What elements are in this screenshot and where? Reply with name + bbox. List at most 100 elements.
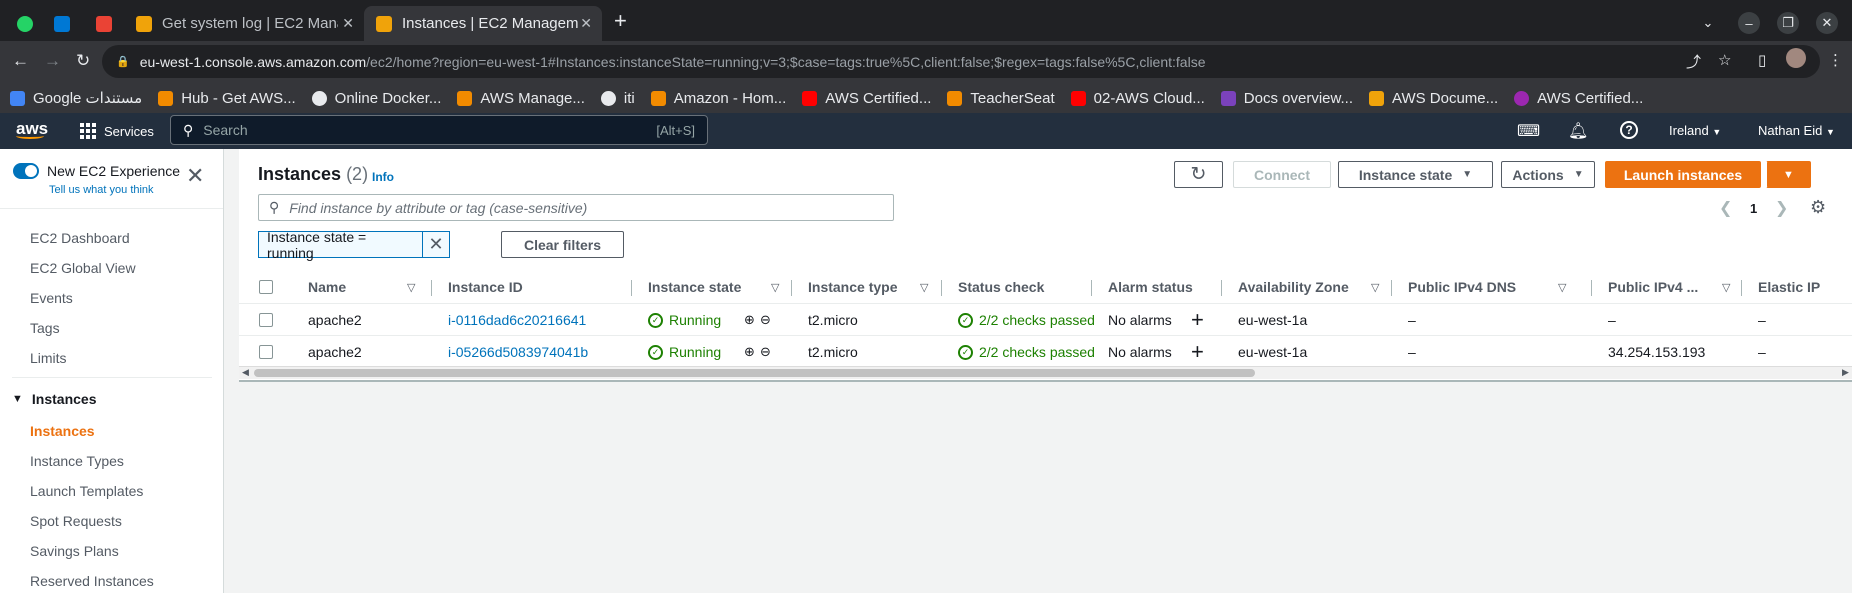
page-number[interactable]: 1 <box>1750 201 1757 216</box>
launch-dropdown-button[interactable]: ▼ <box>1766 161 1811 188</box>
restore-button[interactable]: ❐ <box>1777 12 1799 34</box>
bookmark-item[interactable]: Docs overview... <box>1220 90 1353 107</box>
close-icon[interactable]: ✕ <box>580 15 592 32</box>
new-tab-button[interactable]: + <box>614 10 627 32</box>
clear-filters-button[interactable]: Clear filters <box>501 231 624 258</box>
forward-icon[interactable]: → <box>44 51 61 71</box>
bookmark-item[interactable]: AWS Docume... <box>1369 90 1498 107</box>
notifications-bell-icon[interactable]: 🔔︎ <box>1568 121 1588 141</box>
bookmark-item[interactable]: 02-AWS Cloud... <box>1070 90 1205 107</box>
launch-instances-button[interactable]: Launch instances <box>1605 161 1761 188</box>
table-row[interactable]: apache2 i-05266d5083974041b ✓ Running ⊕ ⊖… <box>239 336 1852 368</box>
bookmark-item[interactable]: TeacherSeat <box>947 90 1055 107</box>
sidebar-item-tags[interactable]: Tags <box>30 320 60 336</box>
column-divider[interactable] <box>791 280 792 296</box>
column-divider[interactable] <box>631 280 632 296</box>
instance-state-button[interactable]: Instance state ▼ <box>1338 161 1493 188</box>
sort-icon[interactable]: ▽ <box>1558 281 1566 294</box>
toggle-switch[interactable] <box>13 163 39 179</box>
column-divider[interactable] <box>1741 280 1742 296</box>
services-menu[interactable]: Services <box>80 123 154 139</box>
sort-icon[interactable]: ▽ <box>407 281 415 294</box>
next-page-icon[interactable]: ❯ <box>1775 198 1788 218</box>
zoom-in-icon[interactable]: ⊕ <box>744 344 755 360</box>
cloudshell-icon[interactable]: ⌨ <box>1517 121 1540 141</box>
zoom-out-icon[interactable]: ⊖ <box>760 312 771 328</box>
remove-filter-icon[interactable]: ✕ <box>423 234 449 255</box>
add-alarm-icon[interactable]: + <box>1191 307 1204 333</box>
bookmark-item[interactable]: iti <box>600 90 635 107</box>
sidebar-item-reserved-instances[interactable]: Reserved Instances <box>30 573 154 589</box>
share-icon[interactable]: ⤴ <box>1686 51 1701 72</box>
sidebar-item-ec2-dashboard[interactable]: EC2 Dashboard <box>30 230 130 246</box>
sidebar-item-instance-types[interactable]: Instance Types <box>30 453 124 469</box>
sidebar-item-global-view[interactable]: EC2 Global View <box>30 260 136 276</box>
add-alarm-icon[interactable]: + <box>1191 339 1204 365</box>
column-divider[interactable] <box>431 280 432 296</box>
column-header-name[interactable]: Name ▽ <box>308 279 415 295</box>
column-header-instance-type[interactable]: Instance type ▽ <box>808 279 928 295</box>
sidepanel-icon[interactable]: ▯ <box>1758 51 1766 69</box>
row-checkbox[interactable] <box>259 313 273 327</box>
close-icon[interactable]: ✕ <box>342 15 354 32</box>
table-row[interactable]: apache2 i-0116dad6c20216641 ✓ Running ⊕ ⊖… <box>239 304 1852 336</box>
bookmark-item[interactable]: AWS Certified... <box>1514 90 1643 107</box>
pinned-tab-outlook[interactable] <box>47 6 77 41</box>
bookmark-item[interactable]: AWS Manage... <box>457 90 585 107</box>
menu-kebab-icon[interactable]: ⋮ <box>1828 51 1843 69</box>
reload-icon[interactable]: ↻ <box>76 51 90 71</box>
account-menu[interactable]: Nathan Eid ▼ <box>1758 123 1835 138</box>
column-header-availability-zone[interactable]: Availability Zone ▽ <box>1238 279 1379 295</box>
bookmark-item[interactable]: Google مستندات <box>10 89 142 107</box>
column-header-instance-state[interactable]: Instance state ▽ <box>648 279 779 295</box>
bookmark-item[interactable]: AWS Certified... <box>802 90 931 107</box>
pinned-tab-whatsapp[interactable] <box>10 6 40 41</box>
info-link[interactable]: Info <box>372 170 394 184</box>
sort-icon[interactable]: ▽ <box>1371 281 1379 294</box>
sidebar-item-events[interactable]: Events <box>30 290 73 306</box>
sidebar-item-spot-requests[interactable]: Spot Requests <box>30 513 122 529</box>
search-input[interactable]: ⚲ Search [Alt+S] <box>170 115 708 145</box>
bookmark-item[interactable]: Hub - Get AWS... <box>158 90 296 107</box>
sidebar-item-launch-templates[interactable]: Launch Templates <box>30 483 143 499</box>
new-experience-toggle[interactable]: New EC2 Experience <box>13 163 180 179</box>
column-header-public-dns[interactable]: Public IPv4 DNS ▽ <box>1408 279 1566 295</box>
refresh-button[interactable]: ↻ <box>1174 161 1223 188</box>
tab-system-log[interactable]: Get system log | EC2 Mana ✕ <box>124 6 364 41</box>
sidebar-item-instances[interactable]: Instances <box>30 423 95 439</box>
aws-logo[interactable]: aws <box>16 119 48 139</box>
pinned-tab-gmail[interactable] <box>89 6 119 41</box>
tab-search-icon[interactable]: ⌄ <box>1697 12 1719 34</box>
sort-icon[interactable]: ▽ <box>771 281 779 294</box>
sort-icon[interactable]: ▽ <box>1722 281 1730 294</box>
horizontal-scrollbar[interactable]: ◀ ▶ <box>239 366 1852 379</box>
help-icon[interactable]: ? <box>1620 121 1638 139</box>
column-divider[interactable] <box>1391 280 1392 296</box>
column-divider[interactable] <box>1591 280 1592 296</box>
region-selector[interactable]: Ireland ▼ <box>1669 123 1721 138</box>
instance-id-link[interactable]: i-0116dad6c20216641 <box>448 312 586 328</box>
search-input[interactable]: ⚲ Find instance by attribute or tag (cas… <box>258 194 894 221</box>
filter-token-label[interactable]: Instance state = running <box>259 229 424 261</box>
close-window-button[interactable]: ✕ <box>1816 12 1838 34</box>
profile-avatar[interactable] <box>1786 48 1806 68</box>
bookmark-star-icon[interactable]: ☆ <box>1718 51 1731 69</box>
sidebar-item-savings-plans[interactable]: Savings Plans <box>30 543 119 559</box>
gear-icon[interactable]: ⚙ <box>1810 197 1826 218</box>
bookmark-item[interactable]: Online Docker... <box>311 90 441 107</box>
column-header-alarm-status[interactable]: Alarm status <box>1108 279 1193 295</box>
scroll-left-icon[interactable]: ◀ <box>242 367 249 378</box>
actions-button[interactable]: Actions ▼ <box>1501 161 1595 188</box>
back-icon[interactable]: ← <box>12 51 29 71</box>
feedback-link[interactable]: Tell us what you think <box>49 184 154 196</box>
column-header-elastic-ip[interactable]: Elastic IP <box>1758 279 1820 295</box>
select-all-checkbox[interactable] <box>259 280 273 294</box>
column-divider[interactable] <box>1091 280 1092 296</box>
sidebar-item-limits[interactable]: Limits <box>30 350 67 366</box>
bookmark-item[interactable]: Amazon - Hom... <box>650 90 786 107</box>
sidebar-section-instances[interactable]: ▼ Instances <box>12 391 96 407</box>
sort-icon[interactable]: ▽ <box>920 281 928 294</box>
column-divider[interactable] <box>941 280 942 296</box>
split-panel-divider[interactable] <box>239 380 1852 382</box>
column-header-status-check[interactable]: Status check <box>958 279 1044 295</box>
